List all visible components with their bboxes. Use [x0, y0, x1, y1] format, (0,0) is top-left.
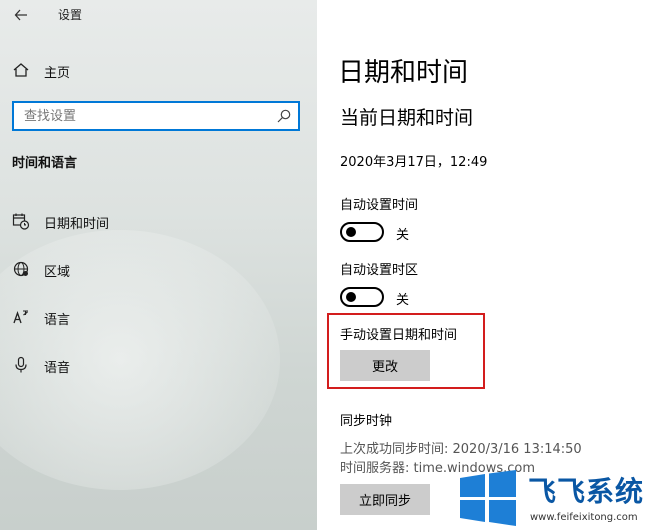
auto-time-state: 关 [396, 228, 410, 243]
last-sync-info: 上次成功同步时间: 2020/3/16 13:14:50 [340, 442, 582, 457]
sidebar-item-language[interactable]: 语言 [0, 302, 317, 332]
toggle-knob [346, 292, 356, 302]
section-title: 时间和语言 [12, 156, 78, 171]
search-box[interactable] [12, 101, 300, 131]
toggle-knob [346, 227, 356, 237]
sidebar-item-region[interactable]: 区域 [0, 254, 317, 284]
sidebar-item-date-time[interactable]: 日期和时间 [0, 206, 317, 236]
current-datetime: 2020年3月17日，12:49 [340, 155, 488, 170]
search-input[interactable] [14, 103, 269, 129]
auto-time-toggle[interactable] [340, 222, 384, 242]
manual-datetime-label: 手动设置日期和时间 [340, 328, 458, 343]
auto-timezone-label: 自动设置时区 [340, 263, 419, 278]
back-arrow-icon [14, 9, 27, 21]
windows-logo-icon [460, 470, 516, 526]
sidebar-item-label: 区域 [44, 265, 71, 280]
globe-icon [13, 261, 29, 277]
sidebar-item-label: 语音 [44, 361, 71, 376]
sidebar-item-label: 主页 [44, 66, 71, 81]
watermark-url: www.feifeixitong.com [530, 512, 638, 523]
title-bar: 设置 [0, 0, 317, 30]
sync-clock-title: 同步时钟 [340, 414, 393, 429]
auto-timezone-state: 关 [396, 293, 410, 308]
calendar-clock-icon [12, 213, 30, 230]
watermark-brand: 飞飞系统 [528, 475, 645, 508]
sidebar-item-label: 语言 [44, 313, 71, 328]
sidebar-item-label: 日期和时间 [44, 217, 110, 232]
search-icon[interactable] [276, 108, 292, 124]
section-heading-current: 当前日期和时间 [340, 107, 474, 129]
app-title: 设置 [58, 8, 83, 22]
auto-timezone-toggle[interactable] [340, 287, 384, 307]
page-title: 日期和时间 [338, 58, 469, 88]
home-icon [13, 63, 29, 77]
change-button[interactable]: 更改 [340, 350, 430, 381]
sidebar-item-speech[interactable]: 语音 [0, 350, 317, 380]
watermark: 飞飞系统 www.feifeixitong.com [456, 468, 651, 530]
back-button[interactable] [10, 4, 32, 26]
sidebar-item-home[interactable]: 主页 [0, 55, 317, 85]
sidebar: 设置 主页 时间和语言 日期和时间 区域 [0, 0, 317, 530]
auto-time-label: 自动设置时间 [340, 198, 419, 213]
microphone-icon [15, 356, 27, 373]
sync-now-button[interactable]: 立即同步 [340, 484, 430, 515]
main-panel: 日期和时间 当前日期和时间 2020年3月17日，12:49 自动设置时间 关 … [317, 0, 651, 530]
language-icon [13, 310, 28, 324]
